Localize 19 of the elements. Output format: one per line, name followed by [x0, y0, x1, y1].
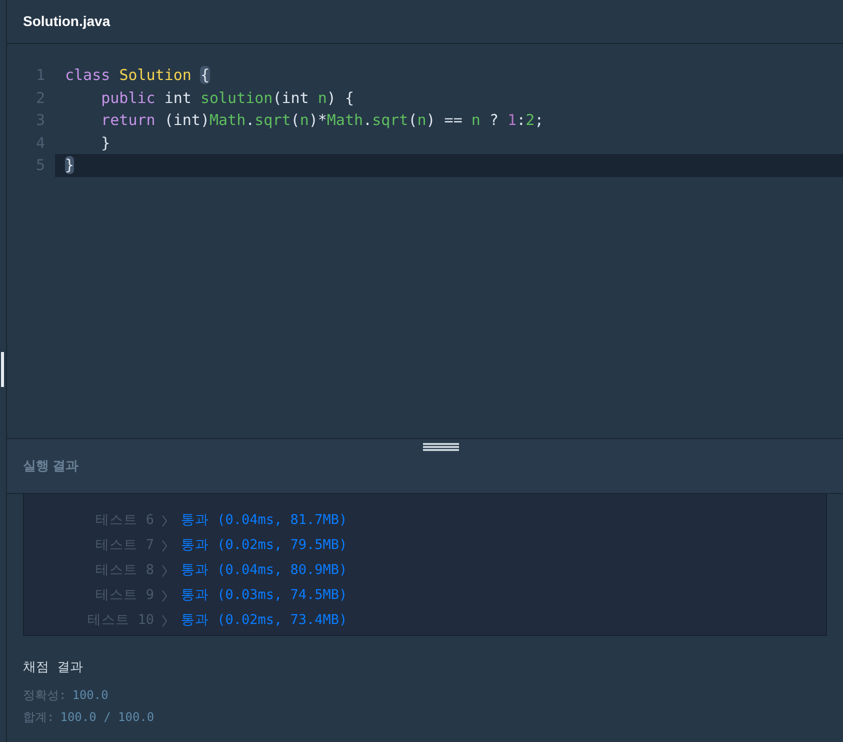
chevron-icon: [162, 590, 167, 602]
grading-title: 채점 결과: [23, 659, 84, 677]
chevron-icon: [162, 514, 167, 526]
test-result: 통과 (0.02ms, 73.4MB): [181, 611, 348, 630]
test-result: 통과 (0.04ms, 81.7MB): [181, 511, 348, 530]
drag-handle-icon[interactable]: [423, 442, 459, 452]
score-value: 100.0 / 100.0: [60, 708, 154, 726]
chevron-icon: [162, 564, 167, 576]
test-result: 통과 (0.02ms, 79.5MB): [181, 536, 348, 556]
file-tab[interactable]: Solution.java: [23, 11, 110, 32]
panel-title: 실행 결과: [23, 457, 79, 476]
score-value: 100.0: [72, 686, 108, 704]
score-label: 정확성:: [23, 686, 66, 704]
chevron-icon: [162, 614, 167, 626]
resize-handle[interactable]: [1, 352, 4, 387]
test-result: 통과 (0.03ms, 74.5MB): [181, 586, 348, 606]
test-result: 통과 (0.04ms, 80.9MB): [181, 561, 348, 580]
score-label: 합계:: [23, 708, 54, 726]
chevron-icon: [162, 540, 167, 552]
